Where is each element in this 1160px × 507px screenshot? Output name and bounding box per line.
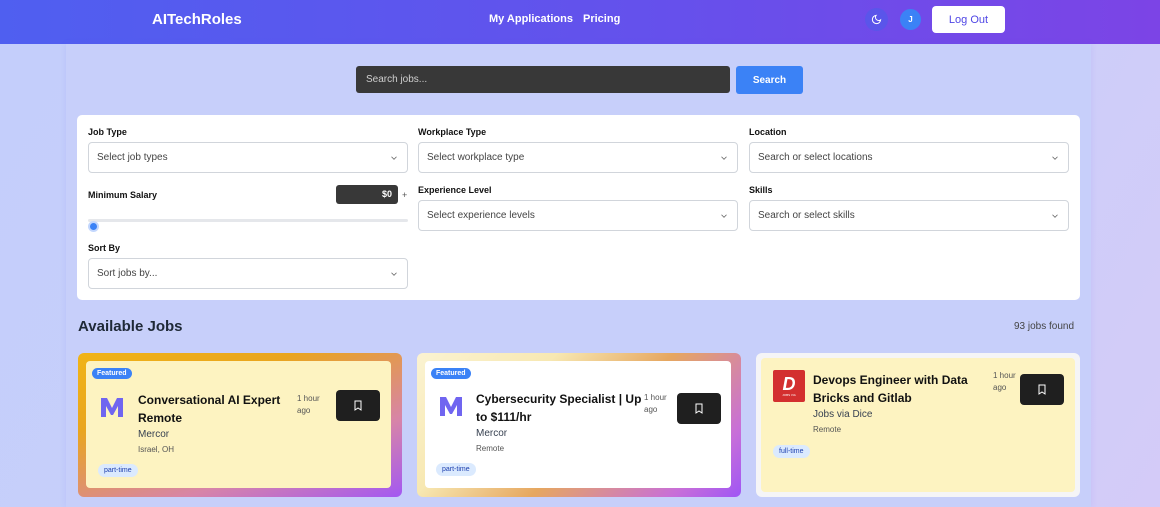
bookmark-icon	[1038, 384, 1046, 395]
jobs-count: 93 jobs found	[1014, 321, 1075, 332]
sort-placeholder: Sort jobs by...	[97, 268, 158, 279]
experience-label: Experience Level	[418, 185, 492, 195]
chevron-down-icon	[721, 213, 727, 218]
job-type-tag: part-time	[98, 464, 138, 477]
job-company: Mercor	[138, 429, 170, 440]
min-salary-label: Minimum Salary	[88, 190, 158, 200]
job-posted-time: 1 hour ago	[297, 394, 320, 415]
chevron-down-icon	[391, 155, 397, 160]
job-type-tag: full-time	[773, 445, 810, 458]
dice-logo: D JOBS VIA	[773, 370, 805, 402]
location-placeholder: Search or select locations	[758, 152, 873, 163]
sort-select[interactable]: Sort jobs by...	[88, 258, 408, 289]
min-salary-slider-thumb[interactable]	[88, 221, 99, 232]
job-company: Mercor	[476, 428, 508, 439]
nav-my-applications[interactable]: My Applications	[489, 13, 573, 25]
skills-label: Skills	[749, 185, 773, 195]
filters-panel: Job Type Select job types Workplace Type…	[77, 115, 1080, 300]
job-card[interactable]: Featured Cybersecurity Specialist | Up t…	[417, 353, 741, 497]
job-card[interactable]: Featured Conversational AI Expert Remote…	[78, 353, 402, 497]
mercor-logo	[437, 392, 465, 420]
experience-placeholder: Select experience levels	[427, 210, 535, 221]
featured-badge: Featured	[431, 368, 471, 379]
chevron-down-icon	[721, 155, 727, 160]
min-salary-value[interactable]: $0	[336, 185, 398, 204]
job-card[interactable]: D JOBS VIA Devops Engineer with Data Bri…	[756, 353, 1080, 497]
bookmark-button[interactable]	[1020, 374, 1064, 405]
job-type-placeholder: Select job types	[97, 152, 168, 163]
featured-badge: Featured	[92, 368, 132, 379]
job-location: Remote	[813, 425, 842, 434]
job-posted-time: 1 hour ago	[644, 393, 667, 414]
job-title[interactable]: Cybersecurity Specialist | Up to $111/hr	[476, 390, 646, 426]
min-salary-suffix: +	[402, 190, 408, 200]
min-salary-slider-track[interactable]	[88, 219, 408, 222]
job-title[interactable]: Devops Engineer with Data Bricks and Git…	[813, 371, 973, 407]
user-avatar[interactable]: J	[900, 9, 921, 30]
dice-logo-caption: JOBS VIA	[782, 393, 796, 397]
bookmark-icon	[695, 403, 703, 414]
skills-placeholder: Search or select skills	[758, 210, 855, 221]
search-input[interactable]	[356, 66, 730, 93]
top-navbar: AITechRoles My Applications Pricing J Lo…	[0, 0, 1160, 44]
location-label: Location	[749, 127, 787, 137]
job-type-select[interactable]: Select job types	[88, 142, 408, 173]
bookmark-button[interactable]	[677, 393, 721, 424]
bookmark-button[interactable]	[336, 390, 380, 421]
job-location: Remote	[476, 444, 505, 453]
available-jobs-heading: Available Jobs	[78, 318, 183, 335]
chevron-down-icon	[391, 271, 397, 276]
search-button[interactable]: Search	[736, 66, 803, 94]
dice-logo-letter: D	[782, 374, 796, 394]
workplace-type-label: Workplace Type	[418, 127, 487, 137]
location-select[interactable]: Search or select locations	[749, 142, 1069, 173]
chevron-down-icon	[1052, 155, 1058, 160]
experience-select[interactable]: Select experience levels	[418, 200, 738, 231]
sort-label: Sort By	[88, 243, 121, 253]
job-title[interactable]: Conversational AI Expert Remote	[138, 391, 288, 427]
job-company: Jobs via Dice	[813, 409, 873, 420]
job-type-label: Job Type	[88, 127, 127, 137]
moon-icon	[871, 14, 882, 25]
bookmark-icon	[354, 400, 362, 411]
logout-button[interactable]: Log Out	[932, 6, 1005, 33]
job-location: Israel, OH	[138, 445, 175, 454]
theme-toggle-button[interactable]	[865, 8, 888, 31]
workplace-type-select[interactable]: Select workplace type	[418, 142, 738, 173]
nav-pricing[interactable]: Pricing	[583, 13, 620, 25]
chevron-down-icon	[1052, 213, 1058, 218]
job-type-tag: part-time	[436, 463, 476, 476]
brand-logo-text[interactable]: AITechRoles	[152, 11, 242, 28]
mercor-logo	[98, 393, 126, 421]
skills-select[interactable]: Search or select skills	[749, 200, 1069, 231]
workplace-type-placeholder: Select workplace type	[427, 152, 525, 163]
job-posted-time: 1 hour ago	[993, 371, 1016, 392]
